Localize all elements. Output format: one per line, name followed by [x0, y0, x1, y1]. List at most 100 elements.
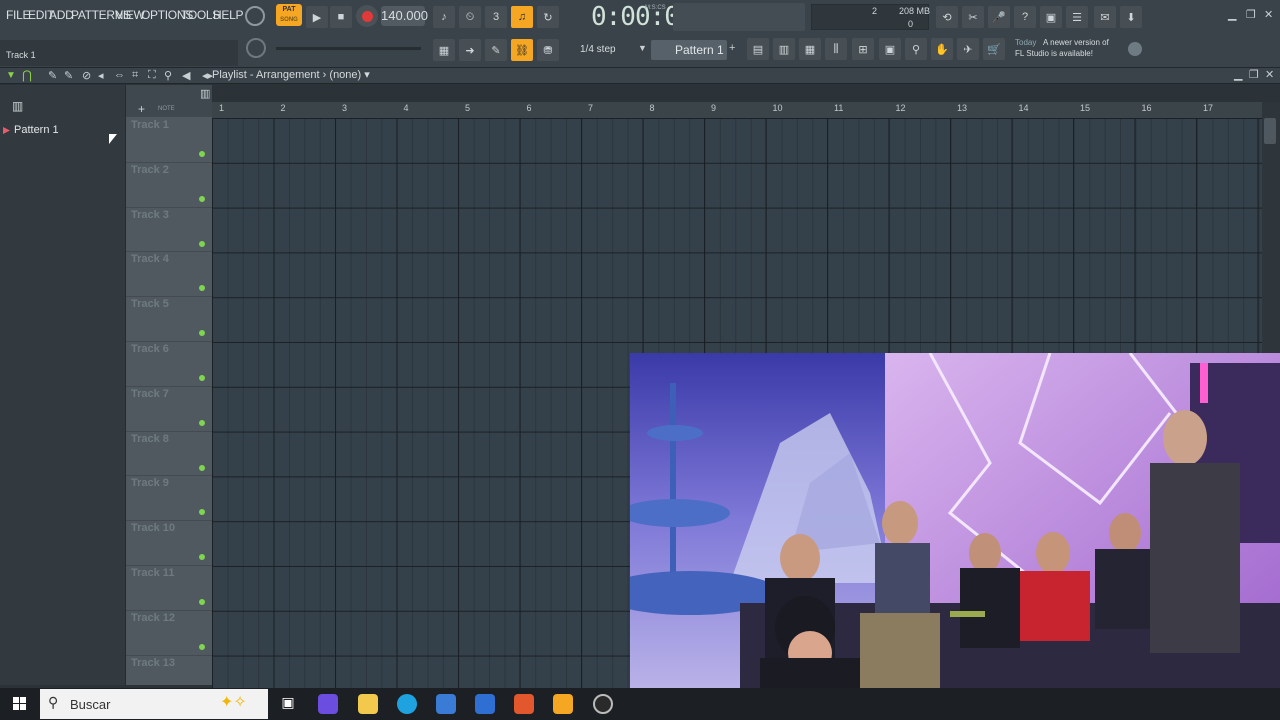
browser-icon[interactable]: ⊞ [852, 38, 874, 60]
arrow-right-icon[interactable]: ➜ [459, 39, 481, 61]
task-view-icon[interactable]: ▣ [278, 694, 298, 714]
add-pattern-icon[interactable]: + [729, 42, 735, 54]
track-label[interactable]: Track 12 [131, 612, 175, 624]
track-label[interactable]: Track 6 [131, 343, 169, 355]
timeline-ruler[interactable] [212, 102, 1262, 118]
clip-dropdown-icon[interactable]: ▾ [364, 69, 370, 81]
step-edit-icon[interactable]: ♫ [511, 6, 533, 28]
piano-icon[interactable]: ▥ [200, 87, 210, 100]
plugin-database-icon[interactable]: ▣ [879, 38, 901, 60]
playlist-minimize-icon[interactable]: ▁ [1234, 68, 1242, 81]
magnet-icon[interactable]: ⋂ [22, 68, 32, 82]
piano-roll-window-icon[interactable]: ▥ [773, 38, 795, 60]
save-icon[interactable]: ▣ [1040, 6, 1062, 28]
master-pitch-knob[interactable] [246, 38, 266, 58]
track-label[interactable]: Track 4 [131, 253, 169, 265]
fl-studio-icon[interactable] [553, 694, 573, 714]
mute-icon[interactable]: ◂ [98, 69, 104, 82]
pat-song-toggle[interactable]: PAT SONG [276, 4, 302, 26]
track-label[interactable]: Track 11 [131, 567, 174, 579]
slice-icon[interactable]: ⌗ [132, 69, 138, 82]
countdown-icon[interactable]: 3 [485, 6, 507, 28]
file-explorer-icon[interactable] [358, 694, 378, 714]
track-label[interactable]: Track 9 [131, 477, 169, 489]
pattern-list-item[interactable]: Pattern 1 [14, 124, 59, 136]
playlist-icon[interactable]: ▤ [747, 38, 769, 60]
close-icon[interactable]: ✕ [1264, 8, 1273, 21]
track-label[interactable]: Track 3 [131, 209, 169, 221]
master-volume-slider[interactable] [276, 47, 421, 50]
store-icon[interactable] [436, 694, 456, 714]
playback-icon[interactable]: ◀ [182, 69, 190, 82]
scrollbar-thumb[interactable] [1264, 118, 1276, 144]
menu-file[interactable]: FILE [6, 8, 30, 22]
undo-icon[interactable]: ⟲ [936, 6, 958, 28]
loop-record-icon[interactable]: ↻ [537, 6, 559, 28]
copilot-icon[interactable] [318, 694, 338, 714]
wait-input-icon[interactable]: ⏲ [459, 6, 481, 28]
stamp-icon[interactable]: ⛃ [537, 39, 559, 61]
track-enable-led[interactable] [199, 464, 205, 471]
pencil-icon[interactable]: ✎ [48, 69, 57, 82]
track-enable-led[interactable] [199, 240, 205, 247]
track-label[interactable]: Track 8 [131, 433, 169, 445]
menu-add[interactable]: ADD [49, 8, 74, 22]
plugin-picker-icon[interactable]: ⚲ [905, 38, 927, 60]
slip-icon[interactable]: ⇔ [114, 69, 125, 81]
delete-icon[interactable]: ⊘ [82, 69, 91, 82]
track-label[interactable]: Track 13 [131, 657, 175, 669]
track-label[interactable]: Track 5 [131, 298, 169, 310]
minimize-icon[interactable]: ▁ [1228, 8, 1236, 21]
draw-icon[interactable]: ✎ [485, 39, 507, 61]
download-icon[interactable]: ⬇ [1120, 6, 1142, 28]
microphone-icon[interactable]: 🎤 [988, 6, 1010, 28]
mixer-icon[interactable]: ☰ [1066, 6, 1088, 28]
select-icon[interactable]: ⛶ [148, 69, 156, 82]
edge-icon[interactable] [397, 694, 417, 714]
track-label[interactable]: Track 2 [131, 164, 169, 176]
help-icon[interactable]: ? [1014, 6, 1036, 28]
link-icon[interactable]: ⛓ [511, 39, 533, 61]
channel-rack-icon[interactable]: ▦ [799, 38, 821, 60]
globe-icon[interactable] [1128, 42, 1142, 56]
obs-icon[interactable] [593, 694, 613, 714]
piano-roll-icon[interactable]: ▦ [433, 39, 455, 61]
mail-icon[interactable] [475, 694, 495, 714]
track-enable-led[interactable] [199, 375, 205, 381]
project-browser-icon[interactable]: ✈ [957, 38, 979, 60]
start-button[interactable] [0, 688, 40, 720]
track-label[interactable]: Track 10 [131, 522, 175, 534]
play-button[interactable]: ▶ [306, 6, 328, 28]
track-label[interactable]: Track 7 [131, 388, 169, 400]
track-enable-led[interactable] [199, 195, 205, 202]
pattern-select[interactable]: Pattern 1 [651, 40, 727, 60]
track-label[interactable]: Track 1 [131, 119, 169, 131]
cut-icon[interactable]: ✂ [962, 6, 984, 28]
tempo-display[interactable]: 140.000 [381, 6, 428, 26]
track-enable-led[interactable] [199, 599, 205, 605]
snap-dropdown-icon[interactable]: ▼ [638, 43, 647, 53]
stop-button[interactable]: ■ [330, 6, 352, 28]
menu-help[interactable]: HELP [213, 8, 243, 22]
track-enable-led[interactable] [199, 419, 205, 426]
brave-icon[interactable] [514, 694, 534, 714]
track-enable-led[interactable] [199, 151, 205, 157]
track-enable-led[interactable] [199, 643, 205, 650]
pattern-picker-icon[interactable]: ▥ [12, 99, 23, 113]
add-track-icon[interactable]: + [138, 102, 145, 116]
record-button[interactable] [356, 5, 378, 27]
playlist-menu-icon[interactable]: ▼ [6, 70, 16, 81]
note-mode-icon[interactable]: NOTE [158, 106, 175, 112]
master-volume-knob[interactable] [245, 6, 265, 26]
mixer-window-icon[interactable]: ⫼ [825, 38, 847, 60]
playlist-close-icon[interactable]: ✕ [1265, 68, 1274, 81]
maximize-icon[interactable]: ❐ [1246, 8, 1256, 21]
clip-source[interactable]: (none) [329, 69, 361, 81]
metronome-icon[interactable]: ♪ [433, 6, 455, 28]
brush-icon[interactable]: ✎ [64, 69, 73, 82]
zoom-icon[interactable]: ⚲ [164, 69, 172, 82]
snap-select[interactable]: 1/4 step [580, 41, 632, 59]
playlist-maximize-icon[interactable]: ❐ [1249, 68, 1259, 81]
chat-icon[interactable]: ✉ [1094, 6, 1116, 28]
touch-keyboard-icon[interactable]: ✋ [931, 38, 953, 60]
